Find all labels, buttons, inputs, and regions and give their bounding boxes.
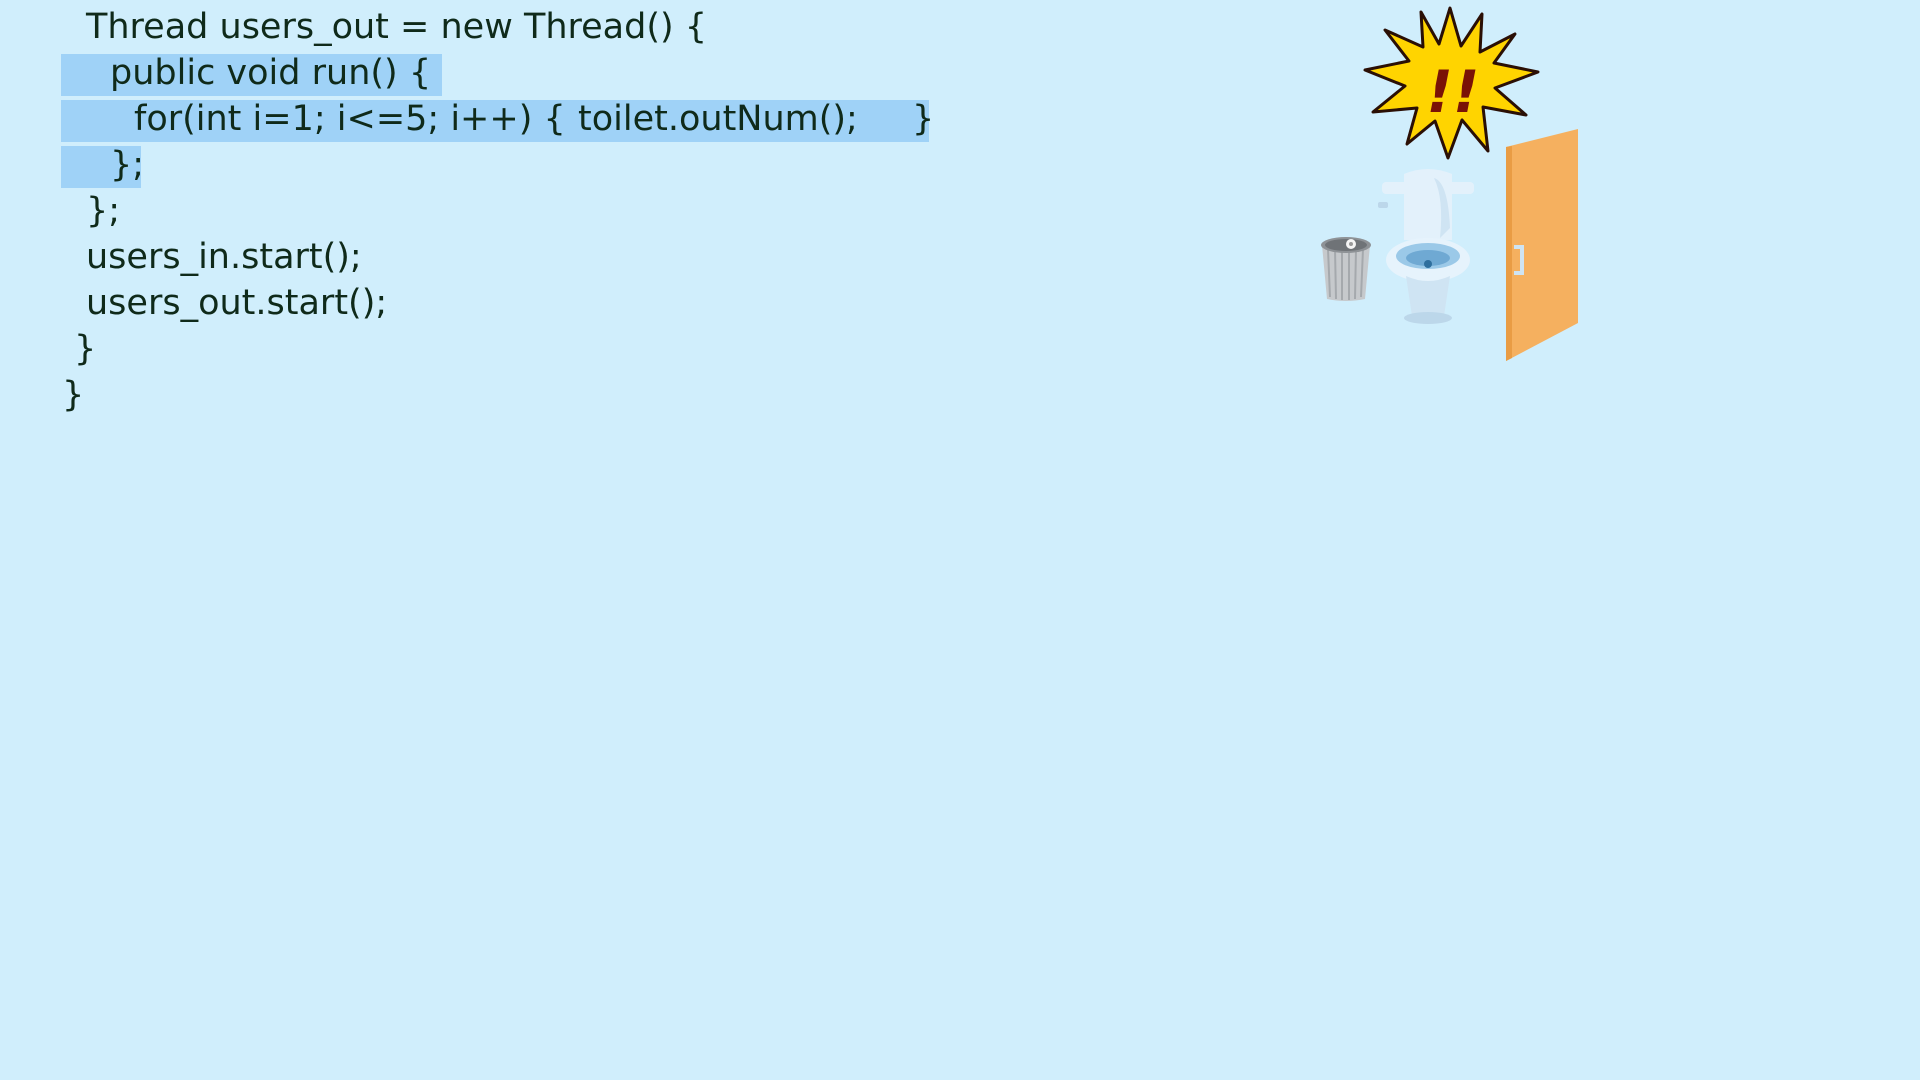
- open-door-icon: [1506, 129, 1578, 361]
- code-line-users-in-start: users_in.start();: [86, 237, 362, 277]
- code-line-users-out-start: users_out.start();: [86, 283, 388, 323]
- code-line-thread-close: };: [86, 191, 121, 231]
- toilet-icon: [1378, 169, 1474, 324]
- code-line-thread-declaration: Thread users_out = new Thread() {: [86, 7, 708, 47]
- code-line-run-method: public void run() {: [110, 53, 432, 93]
- slide-canvas: Thread users_out = new Thread() { public…: [0, 0, 1920, 1080]
- code-line-class-close: }: [62, 375, 85, 415]
- code-line-run-close: };: [110, 145, 145, 185]
- code-line-method-close: }: [74, 329, 97, 369]
- code-line-loop-close: }: [912, 99, 935, 139]
- trash-bin-icon: [1321, 237, 1371, 301]
- code-line-out-num-call: toilet.outNum();: [578, 99, 858, 139]
- burst-text: !!: [1427, 58, 1480, 126]
- code-line-for-loop: for(int i=1; i<=5; i++) {: [134, 99, 566, 139]
